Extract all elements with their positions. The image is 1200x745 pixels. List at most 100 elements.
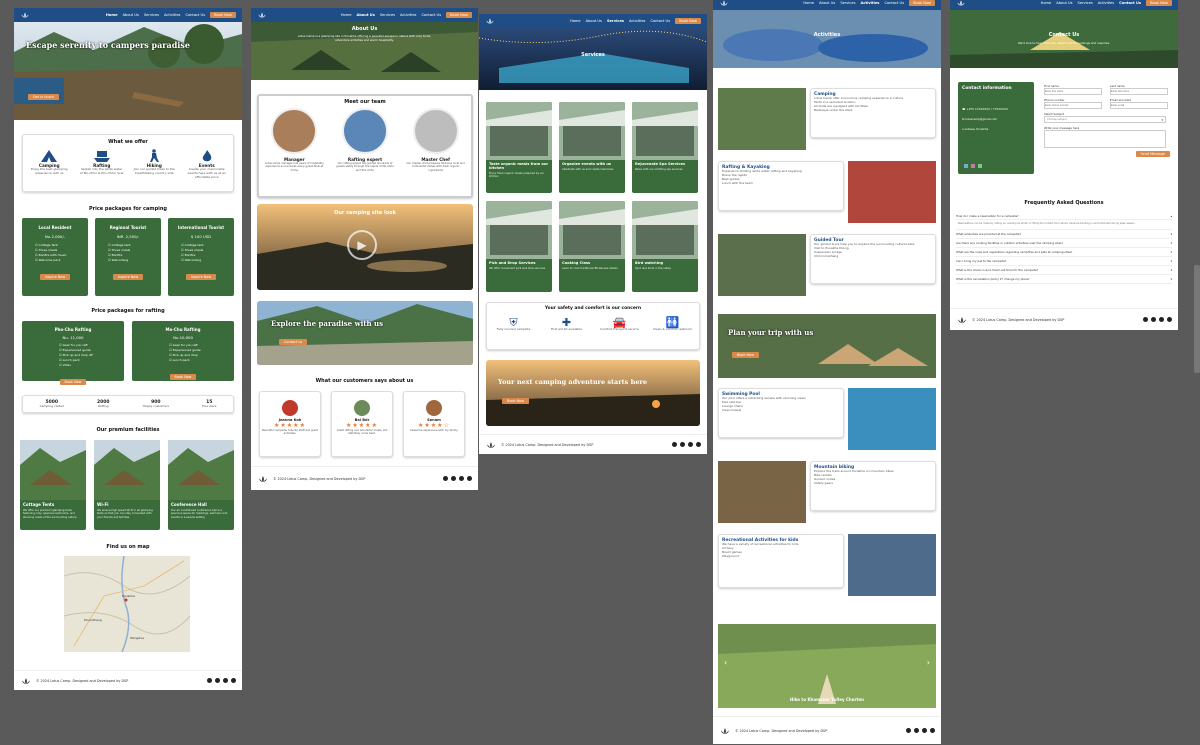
telegram-icon[interactable]	[930, 728, 935, 733]
facebook-icon[interactable]	[914, 728, 919, 733]
instagram-icon[interactable]	[223, 678, 228, 683]
whatsapp-icon[interactable]	[978, 164, 982, 168]
nav-about[interactable]: About Us	[586, 19, 602, 23]
activity-row: Swimming Pool Our pool offers a refreshi…	[718, 388, 936, 450]
message-textarea[interactable]	[1044, 130, 1166, 148]
nav-services[interactable]: Services	[380, 13, 395, 17]
telegram-icon[interactable]	[696, 442, 701, 447]
last-name-input[interactable]	[1110, 88, 1168, 95]
footer-copyright: © 2024 Lotus Camp. Designed and Develope…	[735, 728, 828, 733]
map-embed[interactable]: Punakha Wangdue Khuruthang	[64, 556, 190, 652]
instagram-icon[interactable]	[971, 164, 975, 168]
lotus-logo-icon	[487, 441, 495, 448]
whatsapp-icon[interactable]	[672, 442, 677, 447]
faq-item[interactable]: What are the rules and regulations regar…	[956, 248, 1172, 257]
nav-activities[interactable]: Activities	[860, 1, 879, 5]
faq-item[interactable]: What amenities are provided at the camps…	[956, 230, 1172, 239]
telegram-icon[interactable]	[231, 678, 236, 683]
whatsapp-icon[interactable]	[906, 728, 911, 733]
whatsapp-icon[interactable]	[443, 476, 448, 481]
nav-home[interactable]: Home	[1041, 1, 1052, 5]
canvas-scrollbar[interactable]	[1194, 265, 1200, 373]
nav-about[interactable]: About Us	[1056, 1, 1072, 5]
nav-home[interactable]: Home	[570, 19, 581, 23]
phone-input[interactable]	[1044, 102, 1102, 109]
inquire-now-button[interactable]: Inquire Now	[39, 274, 71, 280]
faq-item[interactable]: Are there any cooking facilities or outd…	[956, 239, 1172, 248]
slider-prev-icon[interactable]: ‹	[724, 658, 727, 667]
nav-contact[interactable]: Contact Us	[650, 19, 670, 23]
chevron-down-icon: ▾	[1161, 117, 1163, 122]
faq-item[interactable]: How do I make a reservation for a campsi…	[956, 212, 1172, 220]
inquire-now-button[interactable]: Inquire Now	[112, 274, 144, 280]
nav-home[interactable]: Home	[106, 13, 118, 17]
avatar	[271, 108, 318, 154]
inquire-now-button[interactable]: Inquire Now	[185, 274, 217, 280]
subject-select[interactable]: Choose subject ▾	[1044, 116, 1166, 123]
offer-desc: Splash into the white water of Mo-Chhu &…	[79, 167, 124, 175]
book-now-button[interactable]: Book Now	[446, 12, 472, 18]
home-hero: Escape serenity to campers paradise Get …	[14, 22, 242, 120]
hero-get-in-touch-button[interactable]: Get in touch	[28, 94, 59, 100]
book-now-button[interactable]: Book Now	[909, 0, 935, 6]
book-now-button[interactable]: Book Now	[210, 12, 236, 18]
nav-services[interactable]: Services	[144, 13, 159, 17]
play-icon[interactable]: ▶	[347, 230, 377, 260]
book-now-button[interactable]: Book Now	[675, 18, 701, 24]
book-now-button[interactable]: Book Now	[169, 374, 197, 380]
book-now-button[interactable]: Book Now	[732, 352, 759, 358]
activity-feature: Playground	[722, 553, 739, 558]
instagram-icon[interactable]	[688, 442, 693, 447]
service-image	[632, 102, 698, 160]
video-section[interactable]: Our camping site look ▶	[257, 204, 473, 290]
explore-section: Explore the paradise with us Contact us	[257, 301, 473, 365]
nav-services[interactable]: Services	[1078, 1, 1093, 5]
nav-activities[interactable]: Activities	[164, 13, 180, 17]
nav-home[interactable]: Home	[803, 1, 814, 5]
facebook-icon[interactable]	[680, 442, 685, 447]
facebook-icon[interactable]	[1151, 317, 1156, 322]
book-now-button[interactable]: Book Now	[502, 398, 529, 404]
nav-activities[interactable]: Activities	[629, 19, 645, 23]
contact-title: Contact Us	[1048, 32, 1080, 38]
team-desc: Lotus Camp manager has years of hospital…	[264, 162, 324, 172]
facebook-icon[interactable]	[215, 678, 220, 683]
send-message-button[interactable]: Send Message	[1135, 151, 1170, 157]
nav-about[interactable]: About Us	[356, 13, 374, 17]
first-name-input[interactable]	[1044, 88, 1102, 95]
instagram-icon[interactable]	[1159, 317, 1164, 322]
nav-services[interactable]: Services	[840, 1, 855, 5]
contact-us-button[interactable]: Contact us	[279, 339, 308, 345]
nav-activities[interactable]: Activities	[400, 13, 416, 17]
nav-home[interactable]: Home	[341, 13, 352, 17]
nav-activities[interactable]: Activities	[1098, 1, 1114, 5]
faq-item[interactable]: Can I bring my pet to the campsite? ▾	[956, 257, 1172, 266]
book-now-button[interactable]: Book Now	[59, 379, 87, 385]
review-card: Bal Bdr ★★★★★ Great rafting and wonderfu…	[331, 391, 393, 457]
whatsapp-icon[interactable]	[1143, 317, 1148, 322]
facebook-icon[interactable]	[964, 164, 968, 168]
telegram-icon[interactable]	[467, 476, 472, 481]
nav-contact[interactable]: Contact Us	[1119, 1, 1141, 5]
services-title: Services	[581, 52, 605, 58]
package-feature: Welcoming	[108, 258, 158, 262]
nav-contact[interactable]: Contact Us	[884, 1, 904, 5]
instagram-icon[interactable]	[459, 476, 464, 481]
facebook-icon[interactable]	[451, 476, 456, 481]
telegram-icon[interactable]	[1167, 317, 1172, 322]
faq-item[interactable]: What is the cancellation policy if I cha…	[956, 275, 1172, 284]
email-input[interactable]	[1110, 102, 1168, 109]
nav-services[interactable]: Services	[607, 19, 624, 23]
image-slider[interactable]: ‹ › Hike to Khamsum Yulley Chorten	[718, 624, 936, 708]
faq-item[interactable]: What is the check-in and check-out time …	[956, 266, 1172, 275]
activity-image	[848, 534, 936, 596]
instagram-icon[interactable]	[922, 728, 927, 733]
nav-about[interactable]: About Us	[123, 13, 139, 17]
slider-next-icon[interactable]: ›	[927, 658, 930, 667]
nav-contact[interactable]: Contact Us	[421, 13, 441, 17]
whatsapp-icon[interactable]	[207, 678, 212, 683]
chevron-down-icon: ▾	[1170, 241, 1172, 245]
nav-about[interactable]: About Us	[819, 1, 835, 5]
nav-contact[interactable]: Contact Us	[185, 13, 205, 17]
book-now-button[interactable]: Book Now	[1146, 0, 1172, 6]
